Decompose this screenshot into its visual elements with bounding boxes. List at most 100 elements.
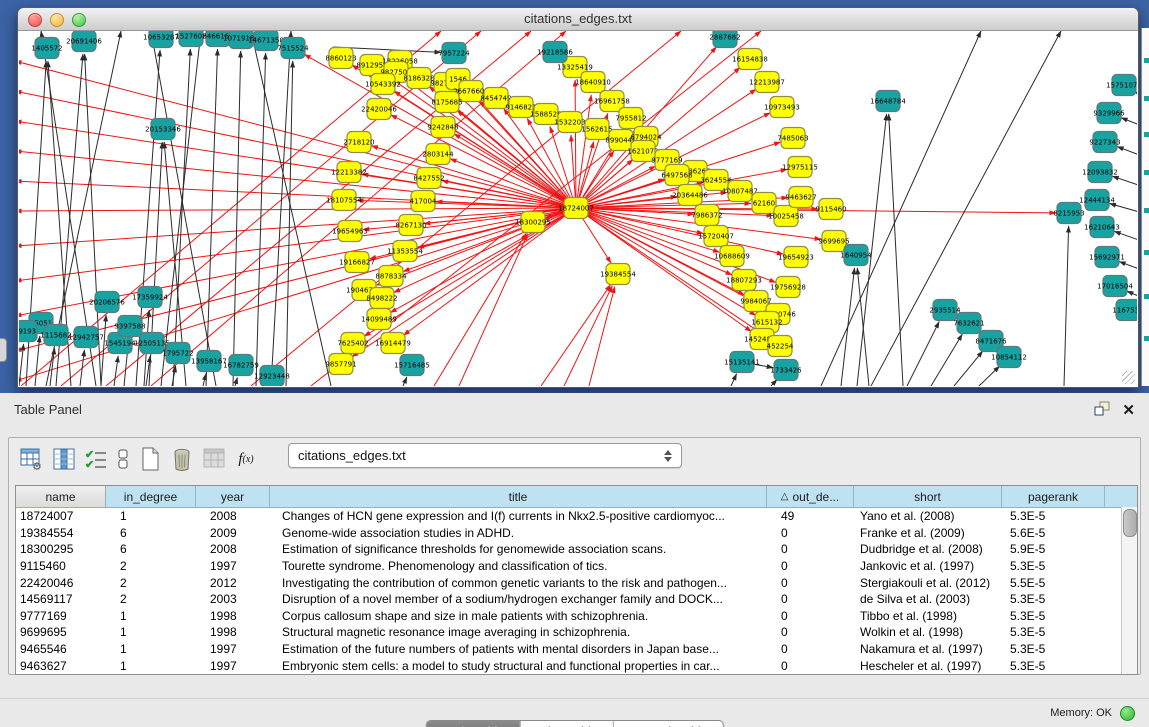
citation-edge-black[interactable] xyxy=(979,366,1000,386)
window-titlebar[interactable]: citations_edges.txt xyxy=(18,8,1138,31)
table-cell[interactable]: 5.3E-5 xyxy=(1002,625,1105,639)
graph-node[interactable]: 20153346 xyxy=(145,119,181,140)
table-cell[interactable]: Embryonic stem cells: a model to study s… xyxy=(270,659,767,673)
graph-node[interactable]: 19384554 xyxy=(600,264,636,285)
table-cell[interactable]: 1 xyxy=(106,659,196,673)
graph-node[interactable]: 7625402 xyxy=(337,333,368,354)
table-cell[interactable]: de Silva et al. (2003) xyxy=(854,592,1002,606)
graph-node[interactable]: 12444134 xyxy=(1079,190,1115,211)
graph-node[interactable]: 10653287 xyxy=(143,31,179,48)
graph-node[interactable]: 9463627 xyxy=(785,187,816,208)
citation-edge-black[interactable] xyxy=(403,377,407,386)
table-row[interactable]: 969969511998Structural magnetic resonanc… xyxy=(16,624,1137,641)
graph-node[interactable]: 15692971 xyxy=(1089,247,1125,268)
graph-node[interactable]: 62160 xyxy=(752,193,776,214)
table-cell[interactable]: Stergiakouli et al. (2012) xyxy=(854,576,1002,590)
table-cell[interactable]: 0 xyxy=(767,659,854,673)
citation-edge-black[interactable] xyxy=(1121,118,1137,129)
graph-node[interactable]: 7955812 xyxy=(615,108,646,129)
table-cell[interactable]: Tibbo et al. (1998) xyxy=(854,609,1002,623)
column-header-title[interactable]: title xyxy=(270,486,767,507)
graph-node[interactable]: 9397588 xyxy=(114,316,145,337)
citation-edge-red[interactable] xyxy=(589,287,615,386)
table-cell[interactable]: Tourette syndrome. Phenomenology and cla… xyxy=(270,559,767,573)
table-row[interactable]: 2242004622012Investigating the contribut… xyxy=(16,574,1137,591)
citation-edge-black[interactable] xyxy=(206,49,218,386)
graph-node[interactable]: 7632621 xyxy=(953,313,984,334)
table-cell[interactable]: 18724007 xyxy=(16,509,106,523)
window-resize-grip[interactable] xyxy=(1122,371,1135,384)
table-cell[interactable]: Disruption of a novel member of a sodium… xyxy=(270,592,767,606)
table-cell[interactable]: 0 xyxy=(767,542,854,556)
table-row[interactable]: 911546021997Tourette syndrome. Phenomeno… xyxy=(16,558,1137,575)
graph-node[interactable]: 8427552 xyxy=(413,168,444,189)
citation-edge-black[interactable] xyxy=(233,51,241,386)
graph-node[interactable]: 12213987 xyxy=(749,72,785,93)
graph-node[interactable]: 18107554 xyxy=(326,190,362,211)
citation-edge-red[interactable] xyxy=(19,208,565,211)
table-cell[interactable]: 2012 xyxy=(196,576,270,590)
column-header-name[interactable]: name xyxy=(16,486,106,507)
table-cell[interactable]: Jankovic et al. (1997) xyxy=(854,559,1002,573)
citation-edge-black[interactable] xyxy=(80,350,84,386)
graph-node[interactable]: 1640954 xyxy=(840,245,872,266)
table-cell[interactable]: 5.3E-5 xyxy=(1002,509,1105,523)
table-cell[interactable]: 5.3E-5 xyxy=(1002,559,1105,573)
table-cell[interactable]: Investigating the contribution of common… xyxy=(270,576,767,590)
graph-node[interactable]: 20206576 xyxy=(89,292,125,313)
table-cell[interactable]: 2 xyxy=(106,592,196,606)
table-cell[interactable]: 6 xyxy=(106,542,196,556)
table-cell[interactable]: 5.5E-5 xyxy=(1002,576,1105,590)
table-cell[interactable]: 2 xyxy=(106,559,196,573)
citation-edge-black[interactable] xyxy=(235,377,237,386)
table-cell[interactable]: Yano et al. (2008) xyxy=(854,509,1002,523)
graph-node[interactable]: 15720407 xyxy=(698,226,734,247)
citation-edge-black[interactable] xyxy=(931,334,962,386)
close-icon[interactable]: ✕ xyxy=(1122,404,1135,418)
table-cell[interactable]: 9777169 xyxy=(16,609,106,623)
float-window-icon[interactable] xyxy=(1094,401,1110,421)
table-row[interactable]: 946554611997Estimation of the future num… xyxy=(16,641,1137,658)
table-cell[interactable]: 1998 xyxy=(196,609,270,623)
citation-edge-red[interactable] xyxy=(403,215,567,336)
graph-node[interactable]: 7485063 xyxy=(777,128,808,149)
compact-columns-icon[interactable] xyxy=(115,446,131,472)
table-cell[interactable]: Franke et al. (2009) xyxy=(854,526,1002,540)
graph-node[interactable]: 12093832 xyxy=(1082,162,1118,183)
graph-node[interactable]: 8498222 xyxy=(366,288,397,309)
table-cell[interactable]: 5.9E-5 xyxy=(1002,542,1105,556)
citation-edge-red[interactable] xyxy=(19,211,565,351)
table-cell[interactable]: 1997 xyxy=(196,659,270,673)
table-cell[interactable]: 19384554 xyxy=(16,526,106,540)
graph-node[interactable]: 7986372 xyxy=(691,205,722,226)
citation-edge-black[interactable] xyxy=(954,351,983,386)
table-cell[interactable]: 0 xyxy=(767,559,854,573)
graph-node[interactable]: 17359924 xyxy=(132,287,168,308)
graph-node[interactable]: 16154838 xyxy=(732,49,768,70)
graph-node[interactable]: 19654963 xyxy=(332,221,368,242)
graph-node[interactable]: 9115460 xyxy=(815,199,846,220)
table-cell[interactable]: Changes of HCN gene expression and I(f) … xyxy=(270,509,767,523)
graph-node[interactable]: 2803144 xyxy=(422,144,454,165)
graph-node[interactable]: 20691406 xyxy=(66,31,102,52)
table-cell[interactable]: 18300295 xyxy=(16,542,106,556)
network-canvas[interactable]: 1872400718300295193845548860123891295418… xyxy=(19,31,1137,386)
graph-node[interactable]: 8267130 xyxy=(395,215,426,236)
graph-node[interactable]: 9242848 xyxy=(427,117,458,138)
table-cell[interactable]: 0 xyxy=(767,642,854,656)
table-cell[interactable]: 0 xyxy=(767,592,854,606)
graph-node[interactable]: 1733426 xyxy=(770,360,802,381)
table-cell[interactable]: 2008 xyxy=(196,509,270,523)
table-cell[interactable]: Hescheler et al. (1997) xyxy=(854,659,1002,673)
citation-edge-red[interactable] xyxy=(19,209,565,281)
citation-edge-black[interactable] xyxy=(889,114,903,386)
table-cell[interactable]: 5.3E-5 xyxy=(1002,659,1105,673)
graph-node[interactable]: 16914479 xyxy=(375,333,411,354)
column-header-out_de[interactable]: △out_de... xyxy=(767,486,854,507)
citation-edge-black[interactable] xyxy=(1117,147,1137,159)
table-cell[interactable]: 5.3E-5 xyxy=(1002,642,1105,656)
table-row[interactable]: 1872400712008Changes of HCN gene express… xyxy=(16,508,1137,525)
table-cell[interactable]: 5.3E-5 xyxy=(1002,609,1105,623)
graph-node[interactable]: 15751074 xyxy=(1106,75,1137,96)
table-cell[interactable]: 2009 xyxy=(196,526,270,540)
